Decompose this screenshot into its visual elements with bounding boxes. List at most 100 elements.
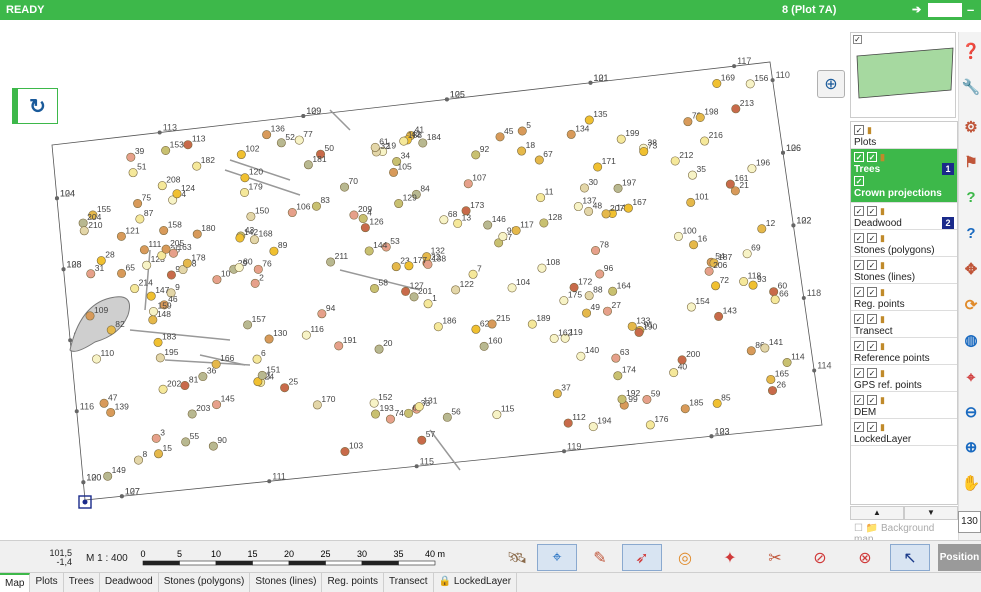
layer-visible-checkbox[interactable]: ✓ [854,260,864,270]
layer-lockedlayer[interactable]: ✓ ✓ ▮ LockedLayer [851,419,957,446]
tree-label: 197 [622,177,636,187]
tree-label: 110 [101,348,115,358]
tree-marker [135,214,145,224]
tree-marker [252,354,262,364]
boundary-label: 127 [125,486,140,496]
overview-map[interactable]: ✓ [850,32,956,118]
layer-editable-checkbox[interactable]: ✓ [867,314,877,324]
layer-editable-checkbox[interactable]: ✓ [867,233,877,243]
layer-visible-checkbox[interactable]: ✓ [854,422,864,432]
tab-plots[interactable]: Plots [30,573,64,592]
zoom-in-icon[interactable]: ⊕ [960,432,981,462]
layer-visible-checkbox[interactable]: ✓ [854,368,864,378]
position-button[interactable]: Position [938,544,981,571]
layer-editable-checkbox[interactable]: ✓ [867,341,877,351]
tree-marker [385,414,395,424]
layer-editable-checkbox[interactable]: ✓ [867,260,877,270]
delete-icon[interactable]: ⊘ [800,544,840,571]
layer-visible-checkbox[interactable]: ✓ [854,314,864,324]
layer-visible-checkbox[interactable]: ✓ [854,206,864,216]
layer-editable-checkbox[interactable]: ✓ [867,287,877,297]
tab-trees[interactable]: Trees [64,573,100,592]
tab-transect[interactable]: Transect [384,573,434,592]
scroll-up-button[interactable]: ▲ [850,506,904,520]
tree-marker [611,353,621,363]
background-map-toggle[interactable]: ☐ 📁 Background map [850,521,958,545]
gps-target-icon[interactable]: ⌖ [537,544,577,571]
sublayer-checkbox[interactable]: ✓ [854,176,864,186]
person-icon[interactable]: ⚑ [960,147,981,177]
boundary-label: 126 [786,143,801,153]
layer-editable-checkbox[interactable]: ✓ [867,152,877,162]
pan-hand-icon[interactable]: ✋ [960,468,981,498]
tab-map[interactable]: Map [0,573,31,592]
add-point-icon[interactable]: ✎ [580,544,620,571]
map-canvas[interactable]: 1001011021031041051061071081091101111121… [0,30,848,540]
remove-vertex-icon[interactable]: ⊗ [845,544,885,571]
tree-marker [495,132,505,142]
scissors-icon[interactable]: ✂ [755,544,795,571]
layer-transect[interactable]: ✓ ✓ ▮ Transect [851,311,957,338]
layer-deadwood[interactable]: ✓ ✓ ▮ Deadwood 2 [851,203,957,230]
tree-marker [249,235,259,245]
tree-label: 120 [249,167,263,177]
wrench-icon[interactable]: 🔧 [960,72,981,102]
gear-icon[interactable]: ⚙ [960,112,981,142]
globe-icon[interactable]: ◍ [960,325,981,355]
tree-label: 104 [516,277,530,287]
zoom-out-icon[interactable]: ⊖ [960,397,981,427]
select-point-icon[interactable]: ➶ [622,544,662,571]
tab-stones-polygons-[interactable]: Stones (polygons) [159,573,251,592]
rotate-map-button[interactable]: ↻ [12,88,58,124]
target-icon[interactable]: ◎ [665,544,705,571]
layer-reference-points[interactable]: ✓ ✓ ▮ Reference points [851,338,957,365]
tab-deadwood[interactable]: Deadwood [100,573,159,592]
tree-marker [527,319,537,329]
layer-editable-checkbox[interactable]: ✓ [867,206,877,216]
layer-stones-lines-[interactable]: ✓ ✓ ▮ Stones (lines) [851,257,957,284]
layer-trees[interactable]: ✓ ✓ ▮ Trees ✓ Crown projections 1 [851,149,957,203]
tree-label: 215 [496,313,510,323]
overview-checkbox[interactable]: ✓ [853,35,862,44]
navigate-icon[interactable]: ➔ [912,3,921,16]
gps-satellite-icon[interactable]: 🛰 [497,544,537,571]
tab-stones-lines-[interactable]: Stones (lines) [250,573,323,592]
layer-visible-checkbox[interactable]: ✓ [854,152,864,162]
layer-dem[interactable]: ✓ ✓ ▮ DEM [851,392,957,419]
layer-editable-checkbox[interactable]: ✓ [867,368,877,378]
plot-number-input[interactable] [928,3,962,17]
tree-marker [613,371,623,381]
scale-tick-label: 15 [247,549,257,559]
help-select-icon[interactable]: ? [960,218,981,248]
minimize-button[interactable]: – [967,2,974,17]
layer-reg-points[interactable]: ✓ ✓ ▮ Reg. points [851,284,957,311]
move-icon[interactable]: ✥ [960,254,981,284]
layer-visible-checkbox[interactable]: ✓ [854,233,864,243]
tree-label: 177 [413,255,427,265]
help-icon[interactable]: ❓ [960,36,981,66]
tree-label: 172 [578,276,592,286]
tab-reg-points[interactable]: Reg. points [322,573,385,592]
refresh-icon[interactable]: ⟳ [960,290,981,320]
tree-marker [623,203,633,213]
layer-stones-polygons-[interactable]: ✓ ✓ ▮ Stones (polygons) [851,230,957,257]
layer-visible-checkbox[interactable]: ✓ [854,125,864,135]
extent-icon[interactable]: ⌖ [960,362,981,392]
measure-icon[interactable]: ✦ [710,544,750,571]
zoom-extent-button[interactable]: ⊕ [817,70,845,98]
layer-editable-checkbox[interactable]: ✓ [867,422,877,432]
layer-visible-checkbox[interactable]: ✓ [854,341,864,351]
map-svg[interactable]: 1001011021031041051061071081091101111121… [0,30,848,540]
help-draw-icon[interactable]: ? [960,182,981,212]
tab-lockedlayer[interactable]: 🔒 LockedLayer [434,573,518,592]
cursor-arrow-icon[interactable]: ↖ [890,544,930,571]
layer-visible-checkbox[interactable]: ✓ [854,395,864,405]
layer-gps-ref-points[interactable]: ✓ ✓ ▮ GPS ref. points [851,365,957,392]
layer-visible-checkbox[interactable]: ✓ [854,287,864,297]
boundary-label: 115 [420,456,434,466]
layer-editable-checkbox[interactable]: ✓ [867,395,877,405]
scroll-down-button[interactable]: ▼ [904,506,958,520]
tree-label: 37 [561,383,571,393]
tree-marker [739,277,749,287]
layer-plots[interactable]: ✓ ▮ Plots [851,122,957,149]
